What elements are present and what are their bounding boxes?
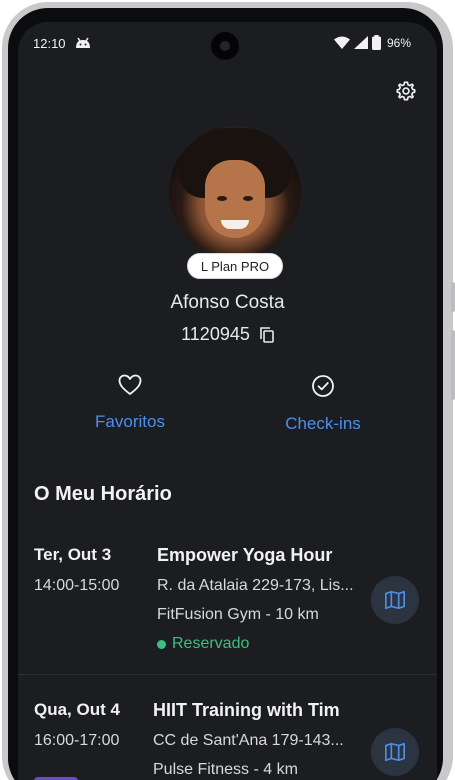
event-date: Ter, Out 3 xyxy=(34,545,112,564)
status-bar: 12:10 96% xyxy=(18,22,437,66)
avatar-eye xyxy=(217,196,227,201)
settings-button[interactable] xyxy=(393,78,419,104)
app-screen: 12:10 96% L Plan PRO Afonso Costa 112094… xyxy=(18,22,437,780)
checkins-button[interactable]: Check-ins xyxy=(253,374,393,434)
side-button xyxy=(451,282,455,312)
event-title: HIIT Training with Tim xyxy=(153,700,340,720)
profile-avatar xyxy=(169,126,301,258)
wifi-icon xyxy=(333,36,350,49)
event-status: Reservado xyxy=(157,635,249,653)
avatar-eye xyxy=(243,196,253,201)
event-status-label: Reservado xyxy=(172,635,250,652)
event-address: R. da Atalaia 229-173, Lis... xyxy=(157,577,354,594)
event-time: 14:00-15:00 xyxy=(34,577,120,594)
map-icon xyxy=(385,742,405,762)
favorites-button[interactable]: Favoritos xyxy=(60,374,200,432)
status-dot xyxy=(157,639,166,649)
favorites-label: Favoritos xyxy=(95,412,165,431)
event-title: Empower Yoga Hour xyxy=(157,545,333,565)
divider xyxy=(18,674,437,675)
plan-badge: L Plan PRO xyxy=(187,253,283,279)
member-id-row: 1120945 xyxy=(18,324,437,345)
map-button[interactable] xyxy=(371,728,419,776)
signal-icon xyxy=(353,36,368,49)
front-camera xyxy=(211,32,239,60)
copy-icon[interactable] xyxy=(260,326,274,343)
battery-icon xyxy=(371,35,381,50)
android-icon xyxy=(76,37,90,48)
battery-percentage: 96% xyxy=(386,35,411,50)
status-time: 12:10 xyxy=(33,36,66,51)
event-gym: Pulse Fitness - 4 km xyxy=(153,761,298,778)
heart-outline-icon xyxy=(118,374,142,395)
gear-icon xyxy=(396,81,416,101)
event-time: 16:00-17:00 xyxy=(34,732,120,749)
check-circle-icon xyxy=(312,375,334,397)
user-name: Afonso Costa xyxy=(170,292,285,313)
member-id: 1120945 xyxy=(181,324,250,344)
map-icon xyxy=(385,590,405,610)
event-address: CC de Sant'Ana 179-143... xyxy=(153,732,344,749)
volume-button xyxy=(451,330,455,400)
event-date: Qua, Out 4 xyxy=(34,700,120,719)
schedule-title: O Meu Horário xyxy=(34,483,172,505)
map-button[interactable] xyxy=(371,576,419,624)
event-gym: FitFusion Gym - 10 km xyxy=(157,606,319,623)
status-icons: 96% xyxy=(333,35,411,50)
checkins-label: Check-ins xyxy=(285,414,361,433)
